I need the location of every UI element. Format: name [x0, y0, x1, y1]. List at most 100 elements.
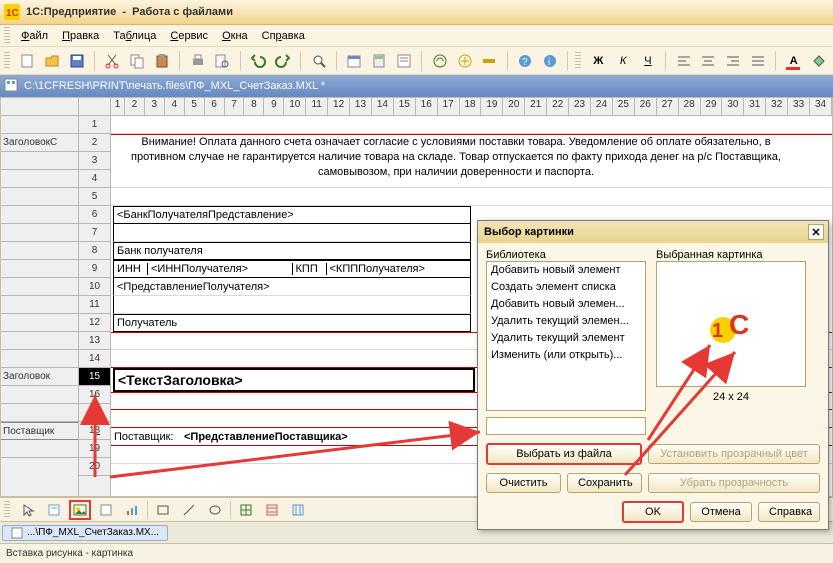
col-11[interactable]: 11: [306, 98, 328, 115]
exec-icon[interactable]: [479, 50, 500, 72]
clear-button[interactable]: Очистить: [486, 473, 561, 493]
close-icon[interactable]: ✕: [808, 224, 824, 240]
open-icon[interactable]: [41, 50, 62, 72]
set-transparent-button[interactable]: Установить прозрачный цвет: [648, 444, 820, 464]
underline-icon[interactable]: Ч: [638, 50, 659, 72]
undo-icon[interactable]: [248, 50, 269, 72]
menu-service[interactable]: Сервис: [164, 28, 214, 44]
col-25[interactable]: 25: [613, 98, 635, 115]
col-18[interactable]: 18: [460, 98, 482, 115]
menu-table[interactable]: Таблица: [107, 28, 162, 44]
link-icon[interactable]: [429, 50, 450, 72]
list-item[interactable]: Удалить текущий элемент: [487, 330, 645, 347]
row-7[interactable]: 7: [79, 224, 110, 242]
list-item[interactable]: Изменить (или открыть)...: [487, 347, 645, 364]
col-21[interactable]: 21: [525, 98, 547, 115]
row-1[interactable]: 1: [79, 116, 110, 134]
row-19[interactable]: 19: [79, 440, 110, 458]
row-10[interactable]: 10: [79, 278, 110, 296]
ellipse-tool-icon[interactable]: [204, 500, 226, 520]
cut-icon[interactable]: [102, 50, 123, 72]
library-list[interactable]: Добавить новый элементСоздать элемент сп…: [486, 261, 646, 411]
row-16[interactable]: 16: [79, 386, 110, 404]
list-item[interactable]: Удалить текущий элемен...: [487, 313, 645, 330]
calc-icon[interactable]: [369, 50, 390, 72]
cancel-button[interactable]: Отмена: [690, 502, 752, 522]
row-15[interactable]: 15: [79, 368, 110, 386]
col-28[interactable]: 28: [679, 98, 701, 115]
col-34[interactable]: 34: [810, 98, 832, 115]
remove-transp-button[interactable]: Убрать прозрачность: [648, 473, 820, 493]
cursor-icon[interactable]: [17, 500, 39, 520]
choose-file-button[interactable]: Выбрать из файла: [486, 443, 642, 465]
col-22[interactable]: 22: [547, 98, 569, 115]
col-4[interactable]: 4: [165, 98, 185, 115]
col-9[interactable]: 9: [264, 98, 284, 115]
col-29[interactable]: 29: [701, 98, 723, 115]
list-item[interactable]: Добавить новый элемен...: [487, 296, 645, 313]
row-5[interactable]: 5: [79, 188, 110, 206]
props-icon[interactable]: [394, 50, 415, 72]
menu-help[interactable]: Справка: [256, 28, 311, 44]
col-3[interactable]: 3: [145, 98, 165, 115]
col-27[interactable]: 27: [657, 98, 679, 115]
row-11[interactable]: 11: [79, 296, 110, 314]
col-8[interactable]: 8: [244, 98, 264, 115]
row-17[interactable]: 17: [79, 404, 110, 422]
col-19[interactable]: 19: [481, 98, 503, 115]
search-input[interactable]: [486, 417, 646, 435]
row-3[interactable]: 3: [79, 152, 110, 170]
new-icon[interactable]: [17, 50, 38, 72]
font-color-icon[interactable]: А: [783, 50, 804, 72]
tasktab[interactable]: ...\ПФ_MXL_СчетЗаказ.MX...: [2, 525, 168, 541]
rect-tool-icon[interactable]: [152, 500, 174, 520]
preview-icon[interactable]: [212, 50, 233, 72]
col-13[interactable]: 13: [350, 98, 372, 115]
row-18[interactable]: 18: [79, 422, 110, 440]
col-20[interactable]: 20: [503, 98, 525, 115]
row-13[interactable]: 13: [79, 332, 110, 350]
col-24[interactable]: 24: [591, 98, 613, 115]
col-30[interactable]: 30: [722, 98, 744, 115]
copy-icon[interactable]: [127, 50, 148, 72]
image-tool-icon[interactable]: [69, 500, 91, 520]
menu-edit[interactable]: Правка: [56, 28, 105, 44]
grid3-icon[interactable]: [287, 500, 309, 520]
row-2[interactable]: 2: [79, 134, 110, 152]
col-10[interactable]: 10: [284, 98, 306, 115]
col-1[interactable]: 1: [111, 98, 125, 115]
menu-windows[interactable]: Окна: [216, 28, 254, 44]
ok-button[interactable]: OK: [622, 501, 684, 523]
col-2[interactable]: 2: [125, 98, 145, 115]
save-icon[interactable]: [66, 50, 87, 72]
row-14[interactable]: 14: [79, 350, 110, 368]
grid2-icon[interactable]: [261, 500, 283, 520]
plus-icon[interactable]: [454, 50, 475, 72]
col-17[interactable]: 17: [438, 98, 460, 115]
col-12[interactable]: 12: [328, 98, 350, 115]
align-right-icon[interactable]: [723, 50, 744, 72]
col-26[interactable]: 26: [635, 98, 657, 115]
save-button[interactable]: Сохранить: [567, 473, 642, 493]
row-4[interactable]: 4: [79, 170, 110, 188]
text-tool-icon[interactable]: [43, 500, 65, 520]
row-9[interactable]: 9: [79, 260, 110, 278]
align-left-icon[interactable]: [673, 50, 694, 72]
col-23[interactable]: 23: [569, 98, 591, 115]
object-tool-icon[interactable]: [95, 500, 117, 520]
list-item[interactable]: Добавить новый элемент: [487, 262, 645, 279]
bg-color-icon[interactable]: [808, 50, 829, 72]
col-7[interactable]: 7: [225, 98, 245, 115]
print-icon[interactable]: [187, 50, 208, 72]
info-icon[interactable]: i: [540, 50, 561, 72]
calendar-icon[interactable]: [344, 50, 365, 72]
paste-icon[interactable]: [152, 50, 173, 72]
col-14[interactable]: 14: [372, 98, 394, 115]
menu-file[interactable]: Файл: [15, 28, 54, 44]
col-6[interactable]: 6: [205, 98, 225, 115]
grid1-icon[interactable]: [235, 500, 257, 520]
redo-icon[interactable]: [273, 50, 294, 72]
col-33[interactable]: 33: [788, 98, 810, 115]
row-6[interactable]: 6: [79, 206, 110, 224]
col-5[interactable]: 5: [185, 98, 205, 115]
